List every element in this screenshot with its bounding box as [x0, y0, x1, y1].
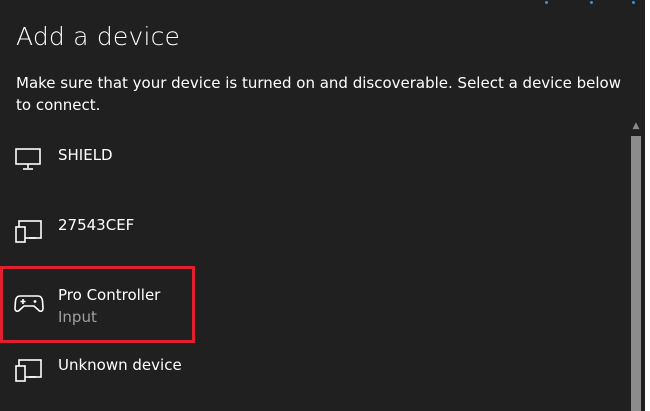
device-item-27543cef[interactable]: 27543CEF	[0, 196, 628, 262]
device-item-shield[interactable]: SHIELD	[0, 126, 628, 192]
progress-dots	[0, 0, 650, 6]
dialog-description: Make sure that your device is turned on …	[16, 74, 621, 114]
device-name: 27543CEF	[58, 216, 135, 234]
scrollbar-thumb[interactable]	[631, 136, 641, 411]
display-device-icon	[15, 220, 42, 243]
device-item-unknown-device[interactable]: Unknown device	[0, 346, 628, 411]
device-list: SHIELD 27543CEF Pro Controller Input Unk…	[0, 126, 628, 411]
add-device-dialog: Add a device Make sure that your device …	[0, 0, 650, 411]
window-edge	[645, 0, 650, 411]
progress-dot	[590, 1, 593, 4]
scroll-up-arrow-icon[interactable]: ▲	[631, 120, 641, 132]
device-name: SHIELD	[58, 146, 113, 164]
scrollbar[interactable]: ▲	[629, 120, 643, 411]
device-name: Unknown device	[58, 356, 182, 374]
highlight-box	[0, 266, 195, 343]
progress-dot	[632, 1, 635, 4]
progress-dot	[545, 1, 548, 4]
dialog-title: Add a device	[16, 22, 181, 51]
display-device-icon	[15, 359, 42, 382]
monitor-icon	[15, 148, 41, 170]
